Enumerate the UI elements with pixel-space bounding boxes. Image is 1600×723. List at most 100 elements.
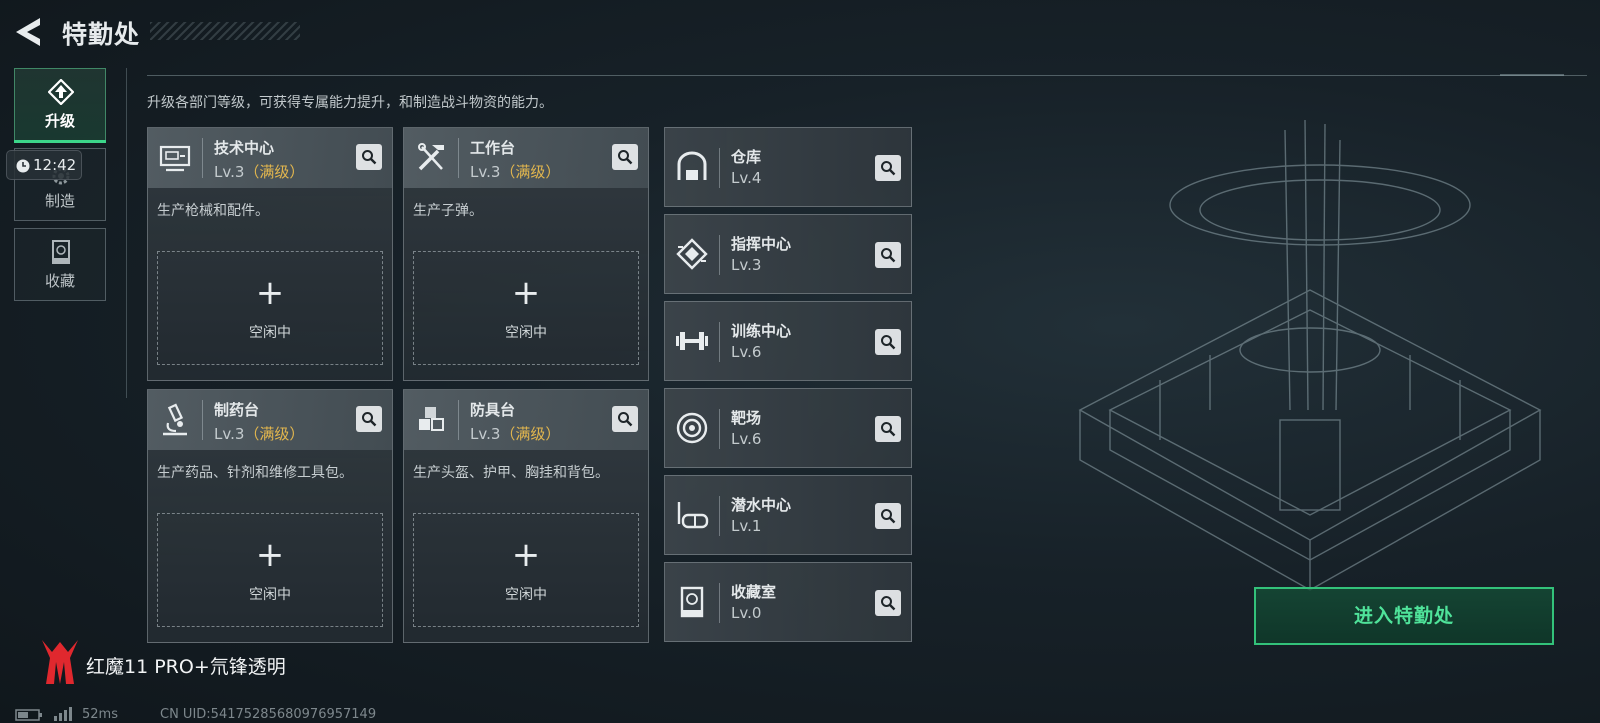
inspect-button[interactable] <box>875 155 901 181</box>
facility-name: 靶场 <box>731 409 762 427</box>
device-watermark: 红魔11 PRO+氘锋透明 <box>86 656 286 678</box>
facility-row-training-center[interactable]: 训练中心 Lv.6 <box>664 301 912 381</box>
production-slot[interactable]: + 空闲中 <box>413 513 639 627</box>
workshop-card-pharmacy[interactable]: 制药台 Lv.3（满级） 生产药品、针剂和维修工具包。 + 空闲中 <box>147 389 393 643</box>
facility-row-collection-room[interactable]: 收藏室 Lv.0 <box>664 562 912 642</box>
row-divider <box>719 583 720 623</box>
workshop-description: 生产枪械和配件。 <box>157 203 269 219</box>
facility-name: 潜水中心 <box>731 496 792 514</box>
row-divider <box>719 235 720 275</box>
magnifier-icon <box>618 150 633 165</box>
inspect-button[interactable] <box>612 144 638 170</box>
workshop-level: Lv.3（满级） <box>470 163 561 181</box>
workshop-level: Lv.3（满级） <box>214 163 305 181</box>
upgrade-icon <box>48 79 74 105</box>
magnifier-icon <box>881 248 896 263</box>
signal-icon <box>54 707 72 721</box>
collection-icon <box>52 240 70 264</box>
tab-label: 收藏 <box>44 272 75 290</box>
tab-upgrade[interactable]: 升级 <box>14 68 106 143</box>
production-slot[interactable]: + 空闲中 <box>157 513 383 627</box>
facility-row-warehouse[interactable]: 仓库 Lv.4 <box>664 127 912 207</box>
card-divider <box>458 138 459 178</box>
target-icon <box>676 412 708 444</box>
slot-status: 空闲中 <box>505 587 547 603</box>
production-slot[interactable]: + 空闲中 <box>413 251 639 365</box>
magnifier-icon <box>881 509 896 524</box>
workshop-description: 生产子弹。 <box>413 203 483 219</box>
facility-row-diving-center[interactable]: 潜水中心 Lv.1 <box>664 475 912 555</box>
row-divider <box>719 496 720 536</box>
clock-icon <box>16 159 30 173</box>
collection-room-icon <box>680 586 704 618</box>
diving-mask-icon <box>677 502 709 529</box>
workshop-card-workbench[interactable]: 工作台 Lv.3（满级） 生产子弹。 + 空闲中 <box>403 127 649 381</box>
row-divider <box>719 148 720 188</box>
slot-status: 空闲中 <box>505 325 547 341</box>
microscope-icon <box>163 403 187 436</box>
tab-label: 制造 <box>44 192 75 210</box>
slot-status: 空闲中 <box>249 325 291 341</box>
workshop-card-tech-center[interactable]: 技术中心 Lv.3（满级） 生产枪械和配件。 + 空闲中 <box>147 127 393 381</box>
max-level-tag: （满级） <box>500 425 561 443</box>
add-icon: + <box>255 535 285 575</box>
tools-icon <box>418 143 444 171</box>
back-arrow-icon[interactable] <box>14 16 44 48</box>
workshop-description: 生产头盔、护甲、胸挂和背包。 <box>413 465 609 481</box>
add-icon: + <box>255 273 285 313</box>
facility-row-shooting-range[interactable]: 靶场 Lv.6 <box>664 388 912 468</box>
inspect-button[interactable] <box>875 329 901 355</box>
magnifier-icon <box>881 161 896 176</box>
magnifier-icon <box>362 412 377 427</box>
hud-decoration <box>1500 74 1564 76</box>
inspect-button[interactable] <box>612 406 638 432</box>
facility-name: 指挥中心 <box>731 235 792 253</box>
workshop-level: Lv.3（满级） <box>214 425 305 443</box>
add-icon: + <box>511 273 541 313</box>
row-divider <box>719 322 720 362</box>
row-divider <box>719 409 720 449</box>
inspect-button[interactable] <box>875 503 901 529</box>
header-divider <box>147 75 1587 76</box>
facility-name: 训练中心 <box>731 322 792 340</box>
clock-time: 12:42 <box>33 156 77 174</box>
inspect-button[interactable] <box>356 144 382 170</box>
page-title: 特勤处 <box>62 20 141 49</box>
facility-level: Lv.1 <box>731 517 762 535</box>
production-slot[interactable]: + 空闲中 <box>157 251 383 365</box>
clock-overlay: 12:42 <box>6 150 82 180</box>
magnifier-icon <box>881 596 896 611</box>
inspect-button[interactable] <box>875 590 901 616</box>
armor-crates-icon <box>419 407 444 431</box>
inspect-button[interactable] <box>875 242 901 268</box>
tab-collection[interactable]: 收藏 <box>14 228 106 301</box>
facility-level: Lv.0 <box>731 604 762 622</box>
magnifier-icon <box>881 335 896 350</box>
workshop-name: 防具台 <box>470 401 516 419</box>
slot-status: 空闲中 <box>249 587 291 603</box>
workshop-name: 制药台 <box>214 401 260 419</box>
workshop-card-armor-bench[interactable]: 防具台 Lv.3（满级） 生产头盔、护甲、胸挂和背包。 + 空闲中 <box>403 389 649 643</box>
inspect-button[interactable] <box>875 416 901 442</box>
max-level-tag: （满级） <box>244 163 305 181</box>
battery-icon <box>15 709 42 721</box>
enter-headquarters-button[interactable]: 进入特勤处 <box>1254 587 1554 645</box>
dumbbell-icon <box>676 332 708 350</box>
facility-name: 仓库 <box>731 148 762 166</box>
workshop-description: 生产药品、针剂和维修工具包。 <box>157 465 353 481</box>
card-divider <box>458 400 459 440</box>
max-level-tag: （满级） <box>500 163 561 181</box>
sidebar-divider <box>126 68 127 398</box>
inspect-button[interactable] <box>356 406 382 432</box>
magnifier-icon <box>881 422 896 437</box>
facility-level: Lv.3 <box>731 256 762 274</box>
facility-row-command-center[interactable]: 指挥中心 Lv.3 <box>664 214 912 294</box>
magnifier-icon <box>618 412 633 427</box>
facility-level: Lv.4 <box>731 169 762 187</box>
magnifier-icon <box>362 150 377 165</box>
max-level-tag: （满级） <box>244 425 305 443</box>
tab-label: 升级 <box>44 112 75 130</box>
facility-level: Lv.6 <box>731 343 762 361</box>
title-decoration <box>150 22 300 40</box>
workshop-name: 技术中心 <box>214 139 275 157</box>
